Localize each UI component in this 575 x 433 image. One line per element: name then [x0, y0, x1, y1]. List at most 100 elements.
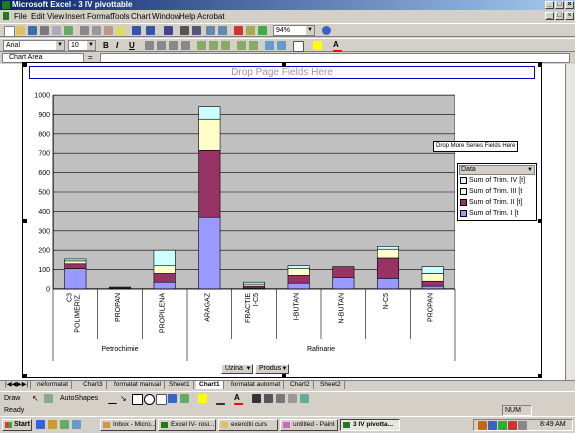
doc-icon[interactable] — [3, 12, 9, 20]
align-right-icon[interactable] — [169, 41, 178, 50]
help-icon[interactable] — [322, 26, 331, 35]
map-icon[interactable] — [246, 26, 255, 35]
select-objects-icon[interactable]: ↖ — [32, 394, 41, 403]
tab-sheet1[interactable]: Sheet1 — [166, 381, 194, 389]
menu-file[interactable]: File — [14, 12, 27, 21]
tab-chart1[interactable]: Chart1 — [196, 381, 224, 389]
start-button[interactable]: Start — [2, 419, 32, 431]
open-icon[interactable] — [16, 26, 25, 35]
line-style-icon[interactable] — [252, 394, 261, 403]
doc-minimize-button[interactable]: _ — [545, 12, 554, 20]
fill-color-icon[interactable] — [313, 41, 322, 50]
merge-center-icon[interactable] — [181, 41, 190, 50]
redo-icon[interactable] — [146, 26, 155, 35]
print-icon[interactable] — [40, 26, 49, 35]
cut-icon[interactable] — [80, 26, 89, 35]
tray-icon[interactable] — [518, 421, 527, 430]
menu-acrobat[interactable]: Acrobat — [197, 12, 225, 21]
clipart-icon[interactable] — [180, 394, 189, 403]
drop-series-fields-hint[interactable]: Drop More Series Fields Here — [433, 141, 519, 152]
tab-formatat-manual[interactable]: formatat manual — [111, 381, 165, 389]
arrow-icon[interactable]: ↘ — [120, 394, 129, 403]
italic-icon[interactable]: I — [116, 41, 125, 50]
ie-icon[interactable] — [36, 420, 45, 429]
desktop-icon[interactable] — [60, 420, 69, 429]
align-center-icon[interactable] — [157, 41, 166, 50]
sort-asc-icon[interactable] — [206, 26, 215, 35]
uzina-field-button[interactable]: Uzina ▼ — [221, 364, 253, 374]
tray-icon[interactable] — [488, 421, 497, 430]
tab-formatat-automat[interactable]: formatat automat — [228, 381, 285, 389]
line-color-icon[interactable] — [216, 394, 225, 405]
zoom-select[interactable]: 94% ▼ — [273, 25, 315, 36]
vertical-scrollbar[interactable] — [565, 64, 575, 380]
legend[interactable]: Data ▼ Sum of Trim. IV [t] Sum of Trim. I… — [457, 163, 537, 221]
task-inbox[interactable]: Inbox - Micro... — [100, 419, 156, 431]
task-excel-iv[interactable]: Excel IV- rosi... — [158, 419, 216, 431]
autoshapes-menu[interactable]: AutoShapes — [60, 395, 98, 402]
tab-sheet2[interactable]: Sheet2 — [317, 381, 345, 389]
new-icon[interactable] — [4, 26, 15, 37]
3d-icon[interactable] — [300, 394, 309, 403]
menu-help[interactable]: Help — [179, 12, 195, 21]
legend-field-button[interactable]: Data ▼ — [459, 165, 535, 175]
doc-close-button[interactable]: × — [565, 12, 574, 20]
font-color-icon[interactable]: A — [234, 394, 243, 405]
menu-insert[interactable]: Insert — [65, 12, 85, 21]
fill-color-icon[interactable] — [198, 394, 207, 403]
increase-decimal-icon[interactable] — [237, 41, 246, 50]
sort-desc-icon[interactable] — [218, 26, 227, 35]
draw-menu[interactable]: Draw — [4, 395, 20, 402]
tab-scroll-buttons[interactable]: |◀◀▶▶| — [2, 381, 31, 389]
hyperlink-icon[interactable] — [164, 26, 173, 35]
decrease-indent-icon[interactable] — [265, 41, 274, 50]
menu-format[interactable]: Format — [87, 12, 112, 21]
drawing-icon[interactable] — [258, 26, 267, 35]
outlook-icon[interactable] — [48, 420, 57, 429]
tab-neformatat[interactable]: neformatat — [34, 381, 73, 389]
tab-chart3[interactable]: Chart3 — [80, 381, 107, 389]
menu-edit[interactable]: Edit — [31, 12, 45, 21]
save-icon[interactable] — [28, 26, 37, 35]
menu-chart[interactable]: Chart — [131, 12, 151, 21]
doc-restore-button[interactable]: □ — [555, 12, 564, 20]
borders-icon[interactable] — [293, 41, 304, 52]
format-painter-icon[interactable] — [116, 26, 125, 35]
underline-icon[interactable]: U — [129, 41, 138, 50]
font-color-icon[interactable]: A — [333, 41, 342, 52]
minimize-button[interactable]: _ — [545, 1, 554, 9]
task-paint[interactable]: untitled - Paint — [280, 419, 338, 431]
font-select[interactable]: Arial ▼ — [3, 40, 65, 51]
tab-chart2[interactable]: Chart2 — [287, 381, 314, 389]
preview-icon[interactable] — [52, 26, 61, 35]
oval-icon[interactable] — [144, 394, 155, 405]
comma-icon[interactable] — [221, 41, 230, 50]
autosum-icon[interactable] — [180, 26, 189, 35]
task-pivottable[interactable]: 3 IV pivotta... — [340, 419, 400, 431]
task-exercitii[interactable]: exercitii curs — [218, 419, 278, 431]
function-icon[interactable] — [192, 26, 201, 35]
undo-icon[interactable] — [132, 26, 141, 35]
free-rotate-icon[interactable] — [44, 394, 53, 403]
menu-view[interactable]: View — [47, 12, 64, 21]
tray-icon[interactable] — [508, 421, 517, 430]
spelling-icon[interactable] — [64, 26, 73, 35]
close-button[interactable]: × — [565, 1, 574, 9]
shadow-icon[interactable] — [288, 394, 297, 403]
rectangle-icon[interactable] — [132, 394, 143, 405]
maximize-button[interactable]: □ — [555, 1, 564, 9]
font-size-select[interactable]: 10 ▼ — [68, 40, 96, 51]
explorer-icon[interactable] — [72, 420, 81, 429]
tray-icon[interactable] — [498, 421, 507, 430]
chart-wizard-icon[interactable] — [234, 26, 243, 35]
wordart-icon[interactable] — [168, 394, 177, 403]
currency-icon[interactable] — [197, 41, 206, 50]
percent-icon[interactable] — [209, 41, 218, 50]
align-left-icon[interactable] — [145, 41, 154, 50]
bold-icon[interactable]: B — [103, 41, 112, 50]
arrow-style-icon[interactable] — [276, 394, 285, 403]
paste-icon[interactable] — [104, 26, 113, 35]
dash-style-icon[interactable] — [264, 394, 273, 403]
produs-field-button[interactable]: Produs ▼ — [255, 364, 289, 374]
decrease-decimal-icon[interactable] — [249, 41, 258, 50]
